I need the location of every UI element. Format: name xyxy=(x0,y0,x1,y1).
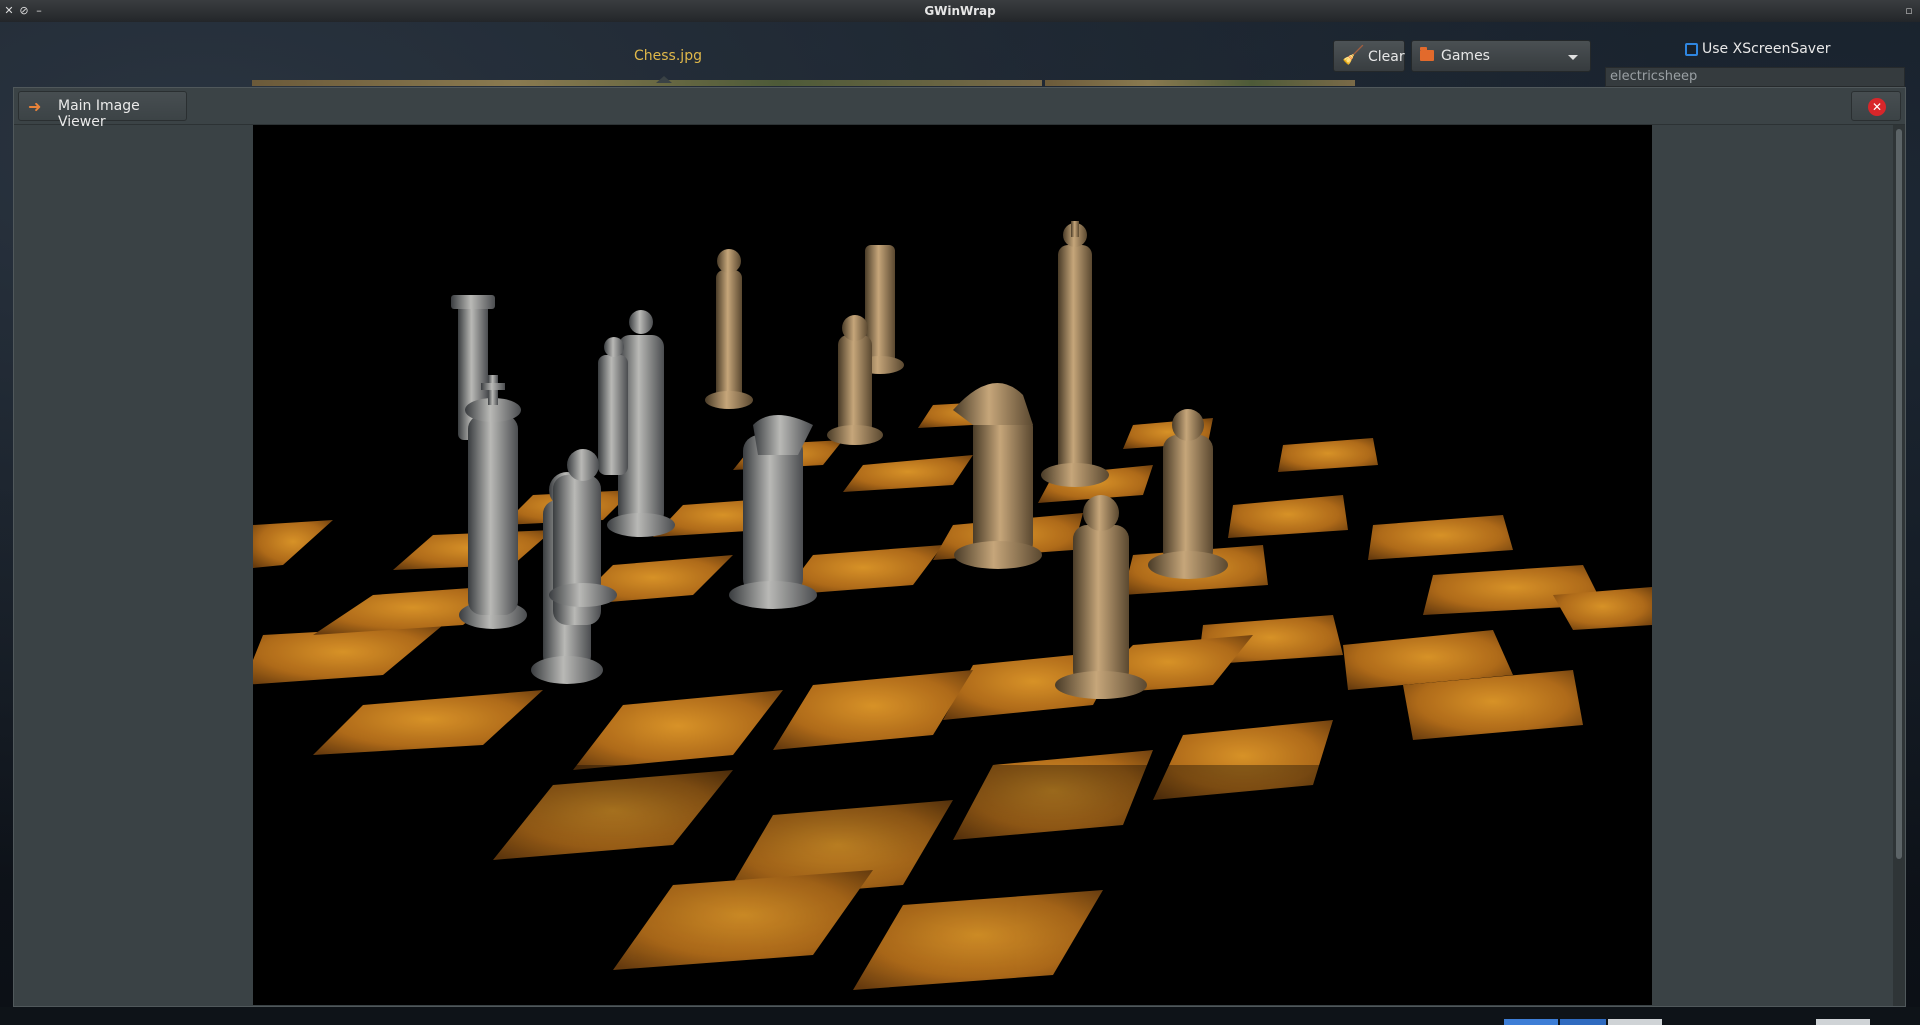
viewer-close-button[interactable]: ✕ xyxy=(1851,91,1901,121)
viewer-header: ➜ Main Image Viewer ✕ xyxy=(14,88,1905,130)
use-xscreensaver-label[interactable]: Use XScreenSaver xyxy=(1702,41,1830,57)
scrollbar-thumb[interactable] xyxy=(1896,129,1902,859)
close-icon: ✕ xyxy=(1868,98,1886,116)
taskbar-item[interactable] xyxy=(1608,1019,1662,1025)
main-image-viewer: ➜ Main Image Viewer ✕ xyxy=(13,87,1906,1007)
window-titlebar[interactable]: ✕ ⊘ – GWinWrap ▫ xyxy=(0,0,1920,23)
chevron-down-icon xyxy=(1568,55,1578,60)
viewer-scrollbar[interactable] xyxy=(1893,125,1905,1006)
tab-main-image-viewer[interactable]: ➜ Main Image Viewer xyxy=(18,91,187,130)
current-file-name: Chess.jpg xyxy=(634,48,702,64)
use-xscreensaver-checkbox[interactable] xyxy=(1685,43,1698,56)
screensaver-input[interactable]: electricsheep xyxy=(1605,67,1905,87)
window-menu-icon[interactable]: ▫ xyxy=(1904,4,1914,17)
main-image[interactable] xyxy=(253,125,1652,1005)
selection-pointer xyxy=(656,76,672,83)
chess-image xyxy=(253,125,1652,1005)
taskbar-item[interactable] xyxy=(1816,1019,1870,1025)
thumbnail-strip[interactable] xyxy=(252,80,1042,86)
thumbnail-strip[interactable] xyxy=(1045,80,1355,86)
viewer-app-icon: ➜ xyxy=(28,97,42,116)
taskbar-item[interactable] xyxy=(1504,1019,1558,1025)
tab-label: Main Image Viewer xyxy=(58,98,140,130)
taskbar-item[interactable] xyxy=(1560,1019,1606,1025)
category-select[interactable]: Games xyxy=(1411,40,1591,72)
clear-button[interactable]: 🧹 Clear xyxy=(1333,40,1405,72)
window-title: GWinWrap xyxy=(924,4,996,18)
broom-icon: 🧹 xyxy=(1342,45,1365,66)
folder-icon xyxy=(1420,47,1434,61)
clear-label: Clear xyxy=(1368,49,1405,65)
category-selected: Games xyxy=(1441,48,1490,64)
